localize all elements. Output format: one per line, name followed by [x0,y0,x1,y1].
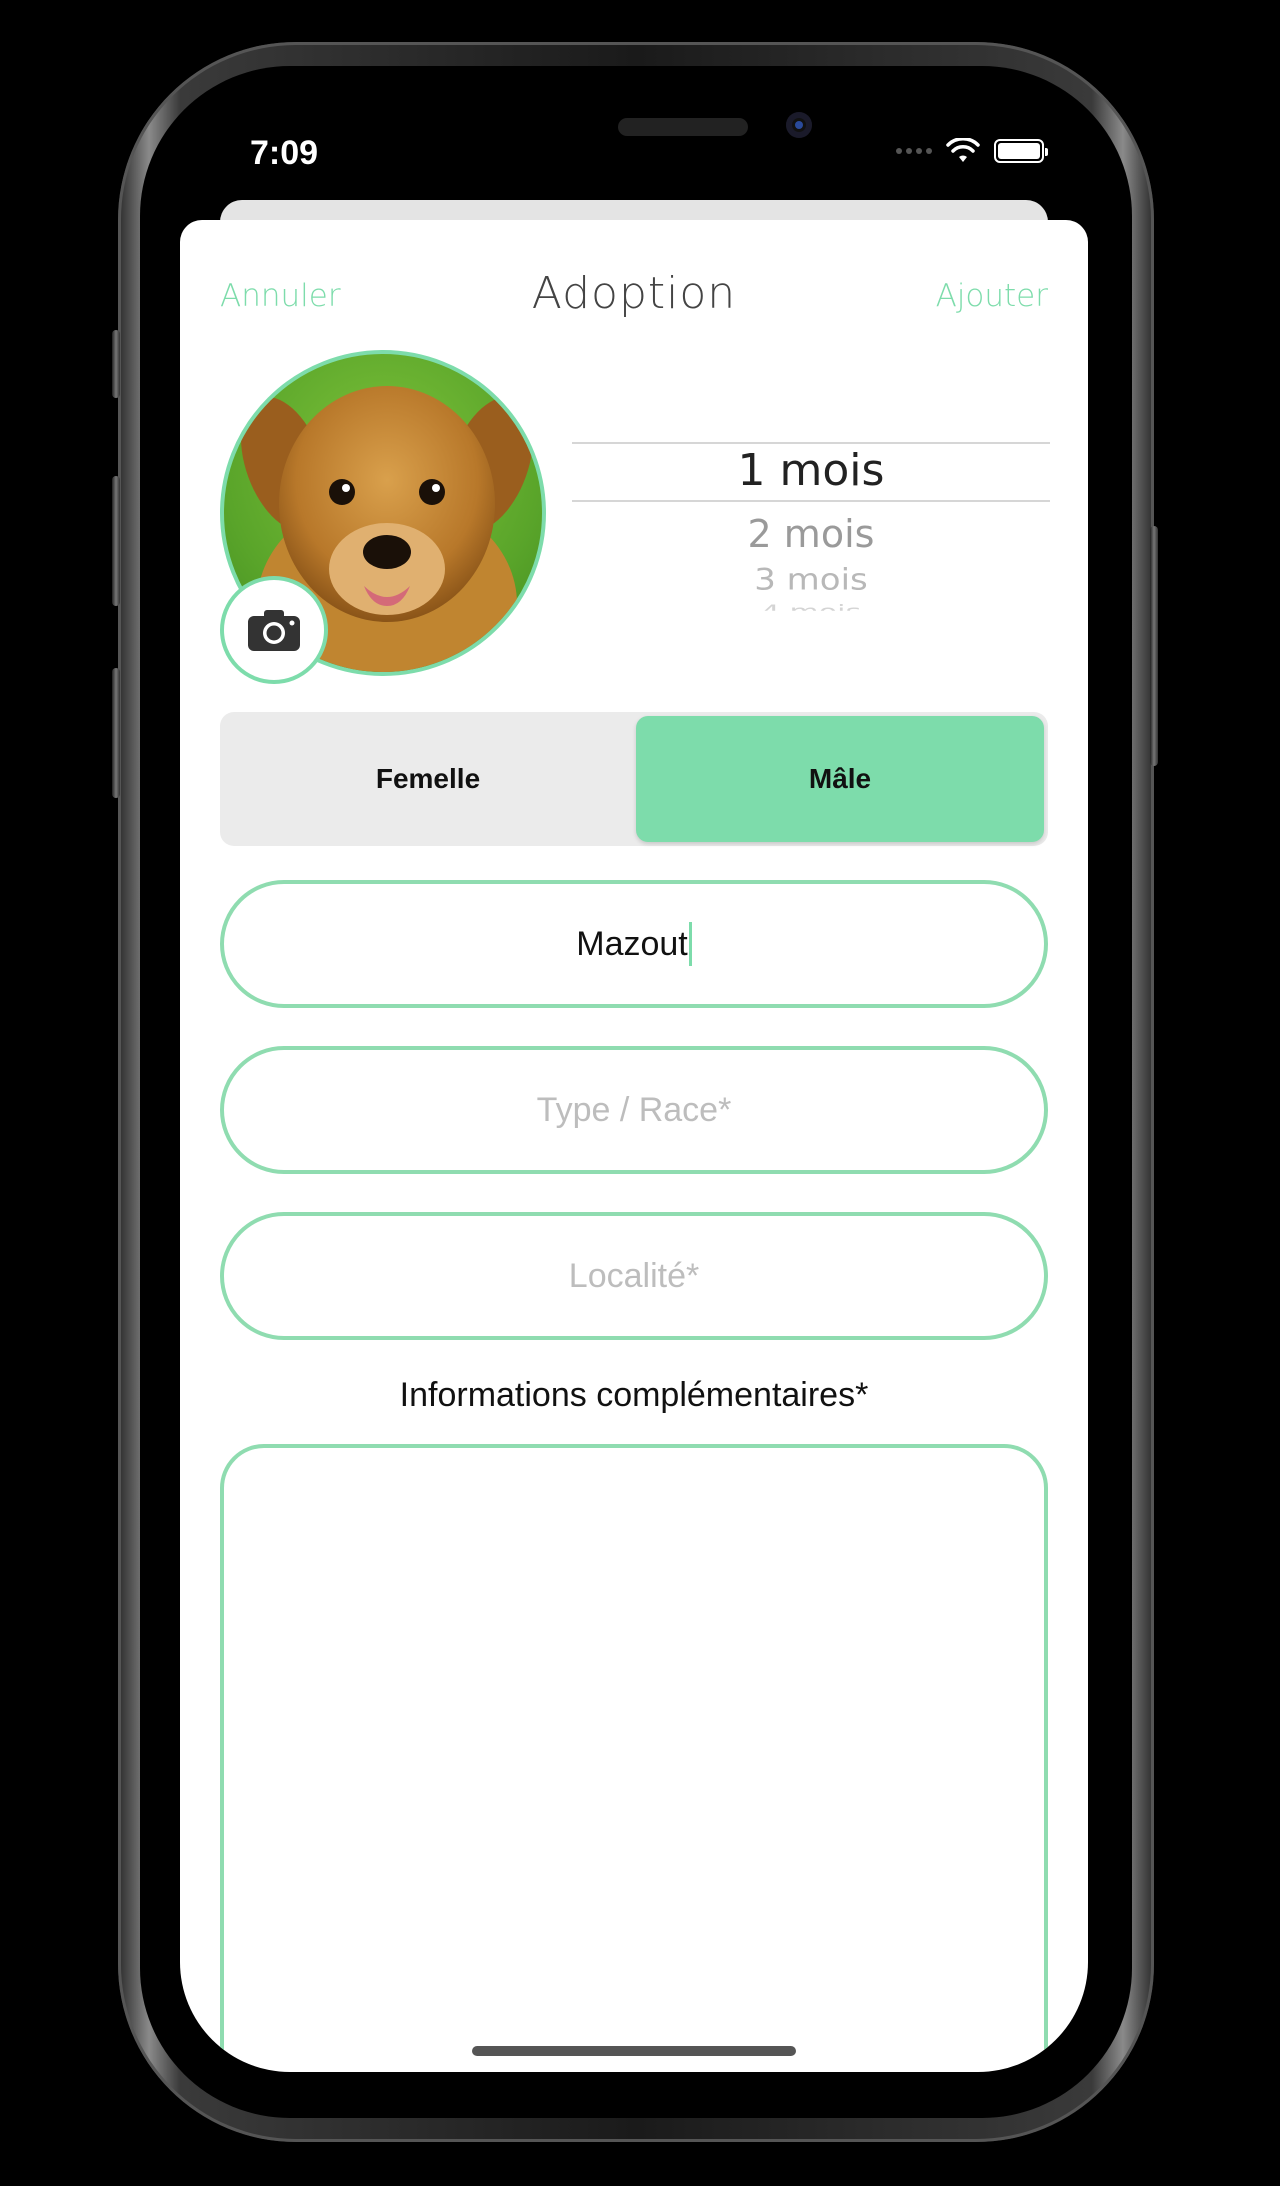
notch [384,96,888,178]
segment-male[interactable]: Mâle [636,716,1044,842]
segment-male-label: Mâle [808,763,872,794]
speaker-grille [618,118,748,136]
camera-icon [248,610,300,651]
power-button [1150,526,1158,766]
gender-segmented-control: Femelle Mâle [220,712,1048,846]
mute-switch [112,330,120,398]
info-textarea[interactable] [220,1444,1048,2072]
volume-down-button [112,668,120,798]
breed-field-placeholder: Type / Race* [536,1090,732,1129]
info-label: Informations complémentaires* [399,1376,869,1414]
text-caret [688,922,692,966]
picker-item[interactable]: 3 mois [572,563,1050,597]
front-camera [786,112,812,138]
change-photo-button[interactable] [220,576,328,684]
volume-up-button [112,476,120,606]
signal-icon [896,148,932,154]
picker-bottom-line [572,500,1050,502]
picker-item[interactable]: 4 mois [572,601,1050,611]
location-field-placeholder: Localité* [568,1256,700,1295]
picker-item[interactable]: 2 mois [572,512,1050,556]
name-field-value: Mazout [576,924,688,963]
adoption-sheet: Annuler Adoption Ajouter 1 mois 2 mois 3… [180,220,1088,2072]
home-indicator[interactable] [472,2046,796,2056]
screen: 7:09 Annuler Adoption Ajouter 1 mois 2 m… [180,96,1088,2072]
battery-icon [994,139,1048,163]
add-button[interactable]: Ajouter [936,278,1048,314]
age-picker[interactable]: 1 mois 2 mois 3 mois 4 mois [572,430,1050,630]
picker-selected-item: 1 mois [737,445,885,496]
status-icons [896,138,1048,164]
breed-field[interactable]: Type / Race* [220,1046,1048,1174]
wifi-icon [946,138,980,162]
name-field[interactable]: Mazout [220,880,1048,1008]
location-field[interactable]: Localité* [220,1212,1048,1340]
status-time: 7:09 [250,134,319,172]
segment-female[interactable]: Femelle [224,716,632,842]
